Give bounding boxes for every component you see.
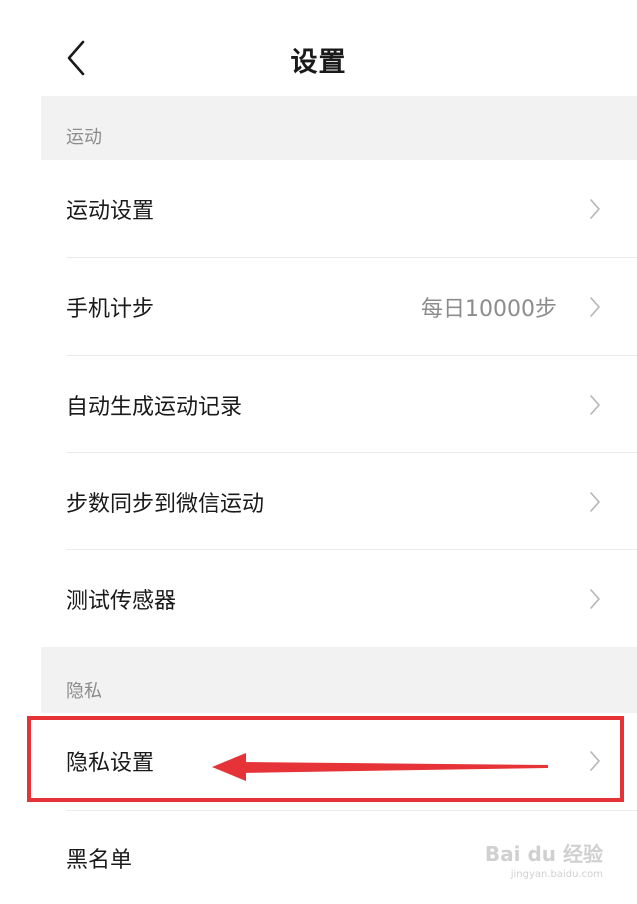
row-label: 隐私设置 <box>66 751 155 776</box>
row-phone-pedometer[interactable]: 手机计步 每日10000步 <box>41 258 637 355</box>
chevron-right-icon <box>590 296 600 317</box>
section-header-privacy: 隐私 <box>41 647 637 713</box>
row-label: 自动生成运动记录 <box>66 394 243 420</box>
row-label: 手机计步 <box>66 296 155 322</box>
section-title: 运动 <box>66 127 102 148</box>
section-header-sport: 运动 <box>41 96 637 160</box>
row-label: 黑名单 <box>66 847 133 873</box>
row-label: 步数同步到微信运动 <box>66 491 265 517</box>
row-label: 运动设置 <box>66 198 155 224</box>
chevron-right-icon <box>590 751 600 771</box>
settings-screen: 设置 运动 运动设置 手机计步 每日10000步 自动生成运动记录 步数同步到微… <box>0 0 637 904</box>
row-value: 每日10000步 <box>421 296 557 322</box>
row-sync-wechat[interactable]: 步数同步到微信运动 <box>41 453 637 550</box>
chevron-right-icon <box>590 491 600 512</box>
page-title: 设置 <box>290 47 347 78</box>
row-sport-settings[interactable]: 运动设置 <box>41 160 637 257</box>
row-label: 测试传感器 <box>66 588 177 614</box>
chevron-right-icon <box>590 588 600 609</box>
row-blacklist[interactable]: 黑名单 <box>41 811 637 904</box>
section-title: 隐私 <box>66 681 102 702</box>
row-privacy-settings[interactable]: 隐私设置 <box>41 713 637 809</box>
top-bar: 设置 <box>0 0 637 96</box>
chevron-right-icon <box>590 394 600 415</box>
chevron-right-icon <box>590 198 600 219</box>
row-test-sensor[interactable]: 测试传感器 <box>41 550 637 647</box>
row-auto-record[interactable]: 自动生成运动记录 <box>41 356 637 453</box>
